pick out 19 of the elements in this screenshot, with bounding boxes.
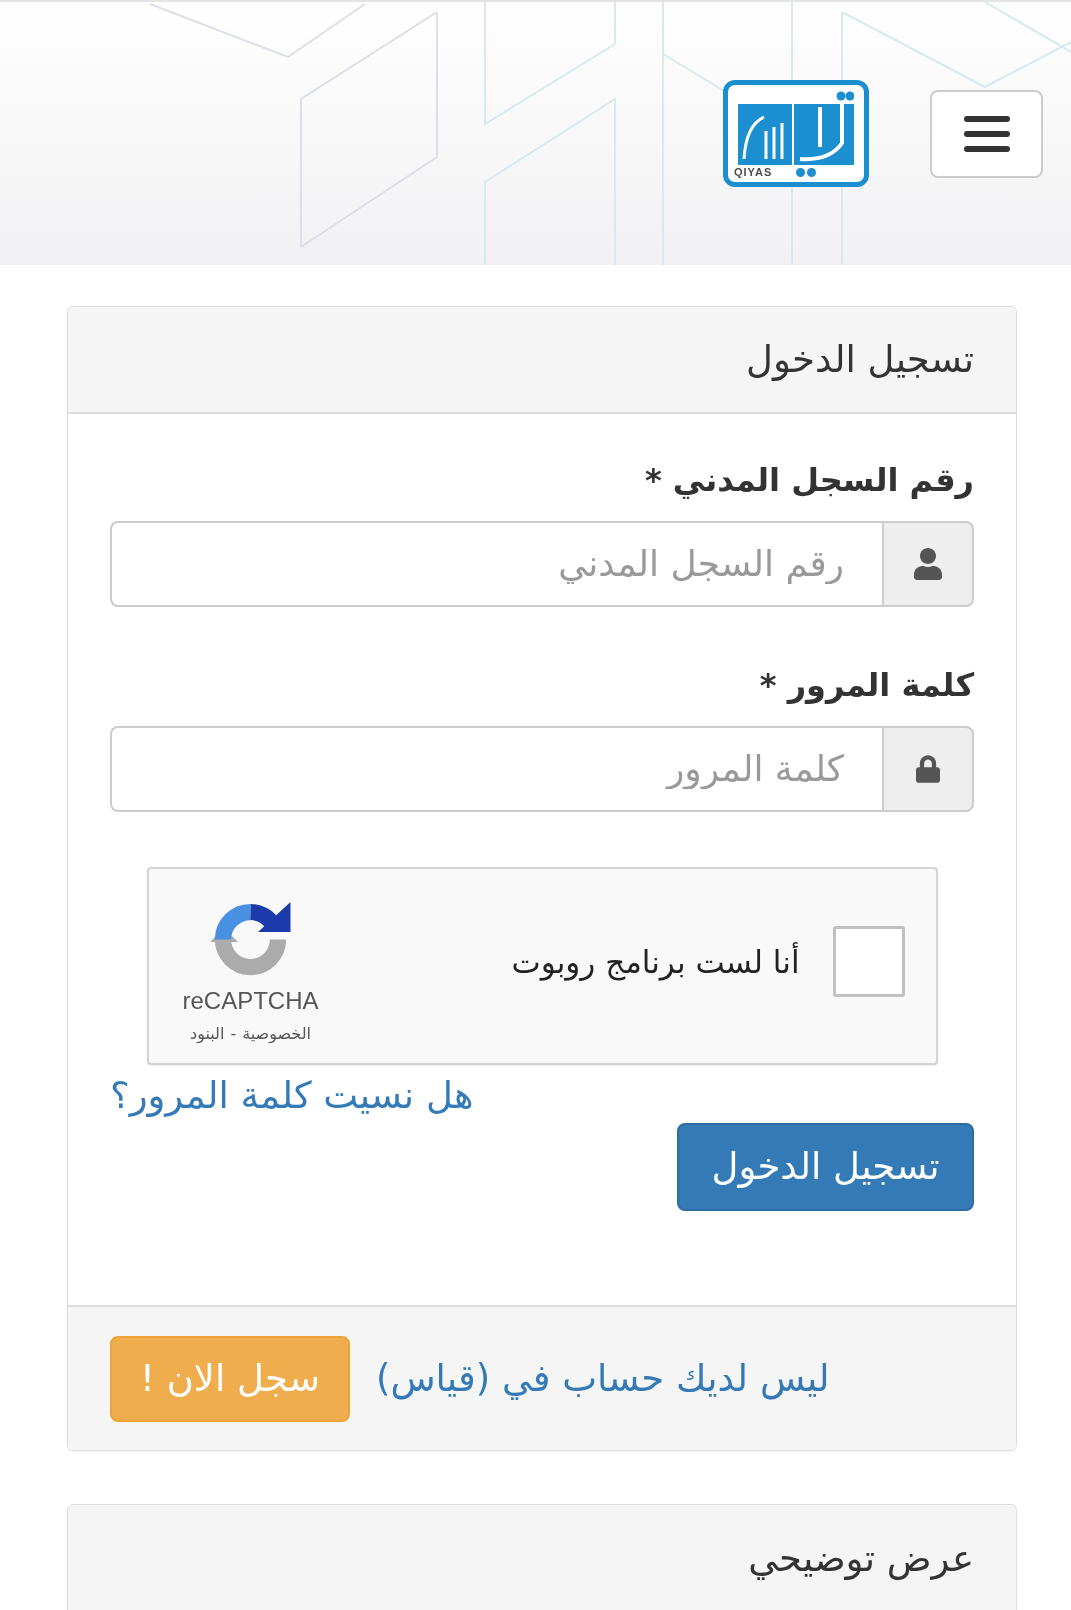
captcha-checkbox[interactable]	[832, 926, 905, 997]
lock-icon	[916, 755, 940, 783]
logo-text: QIYAS	[734, 165, 773, 179]
menu-button[interactable]	[930, 89, 1043, 178]
field-label: كلمة المرور *	[758, 665, 974, 706]
terms-link[interactable]: البنود	[190, 1023, 225, 1045]
separator-text: -	[230, 1023, 237, 1045]
field-label: رقم السجل المدني *	[643, 460, 974, 501]
panel-title: عرض توضيحي	[748, 1535, 974, 1582]
login-button[interactable]: تسجيل الدخول	[677, 1123, 974, 1211]
privacy-link[interactable]: الخصوصية	[242, 1023, 311, 1045]
forgot-password-link[interactable]: هل نسيت كلمة المرور؟	[110, 1074, 474, 1118]
menu-icon	[963, 115, 1010, 152]
logo-dots-icon	[796, 167, 817, 177]
user-icon	[914, 548, 942, 580]
captcha-label: أنا لست برنامج روبوت	[511, 942, 800, 981]
captcha-brand: reCAPTCHA	[182, 987, 319, 1015]
no-account-text: ليس لديك حساب في (قياس)	[376, 1355, 830, 1402]
panel-title: تسجيل الدخول	[746, 336, 974, 383]
